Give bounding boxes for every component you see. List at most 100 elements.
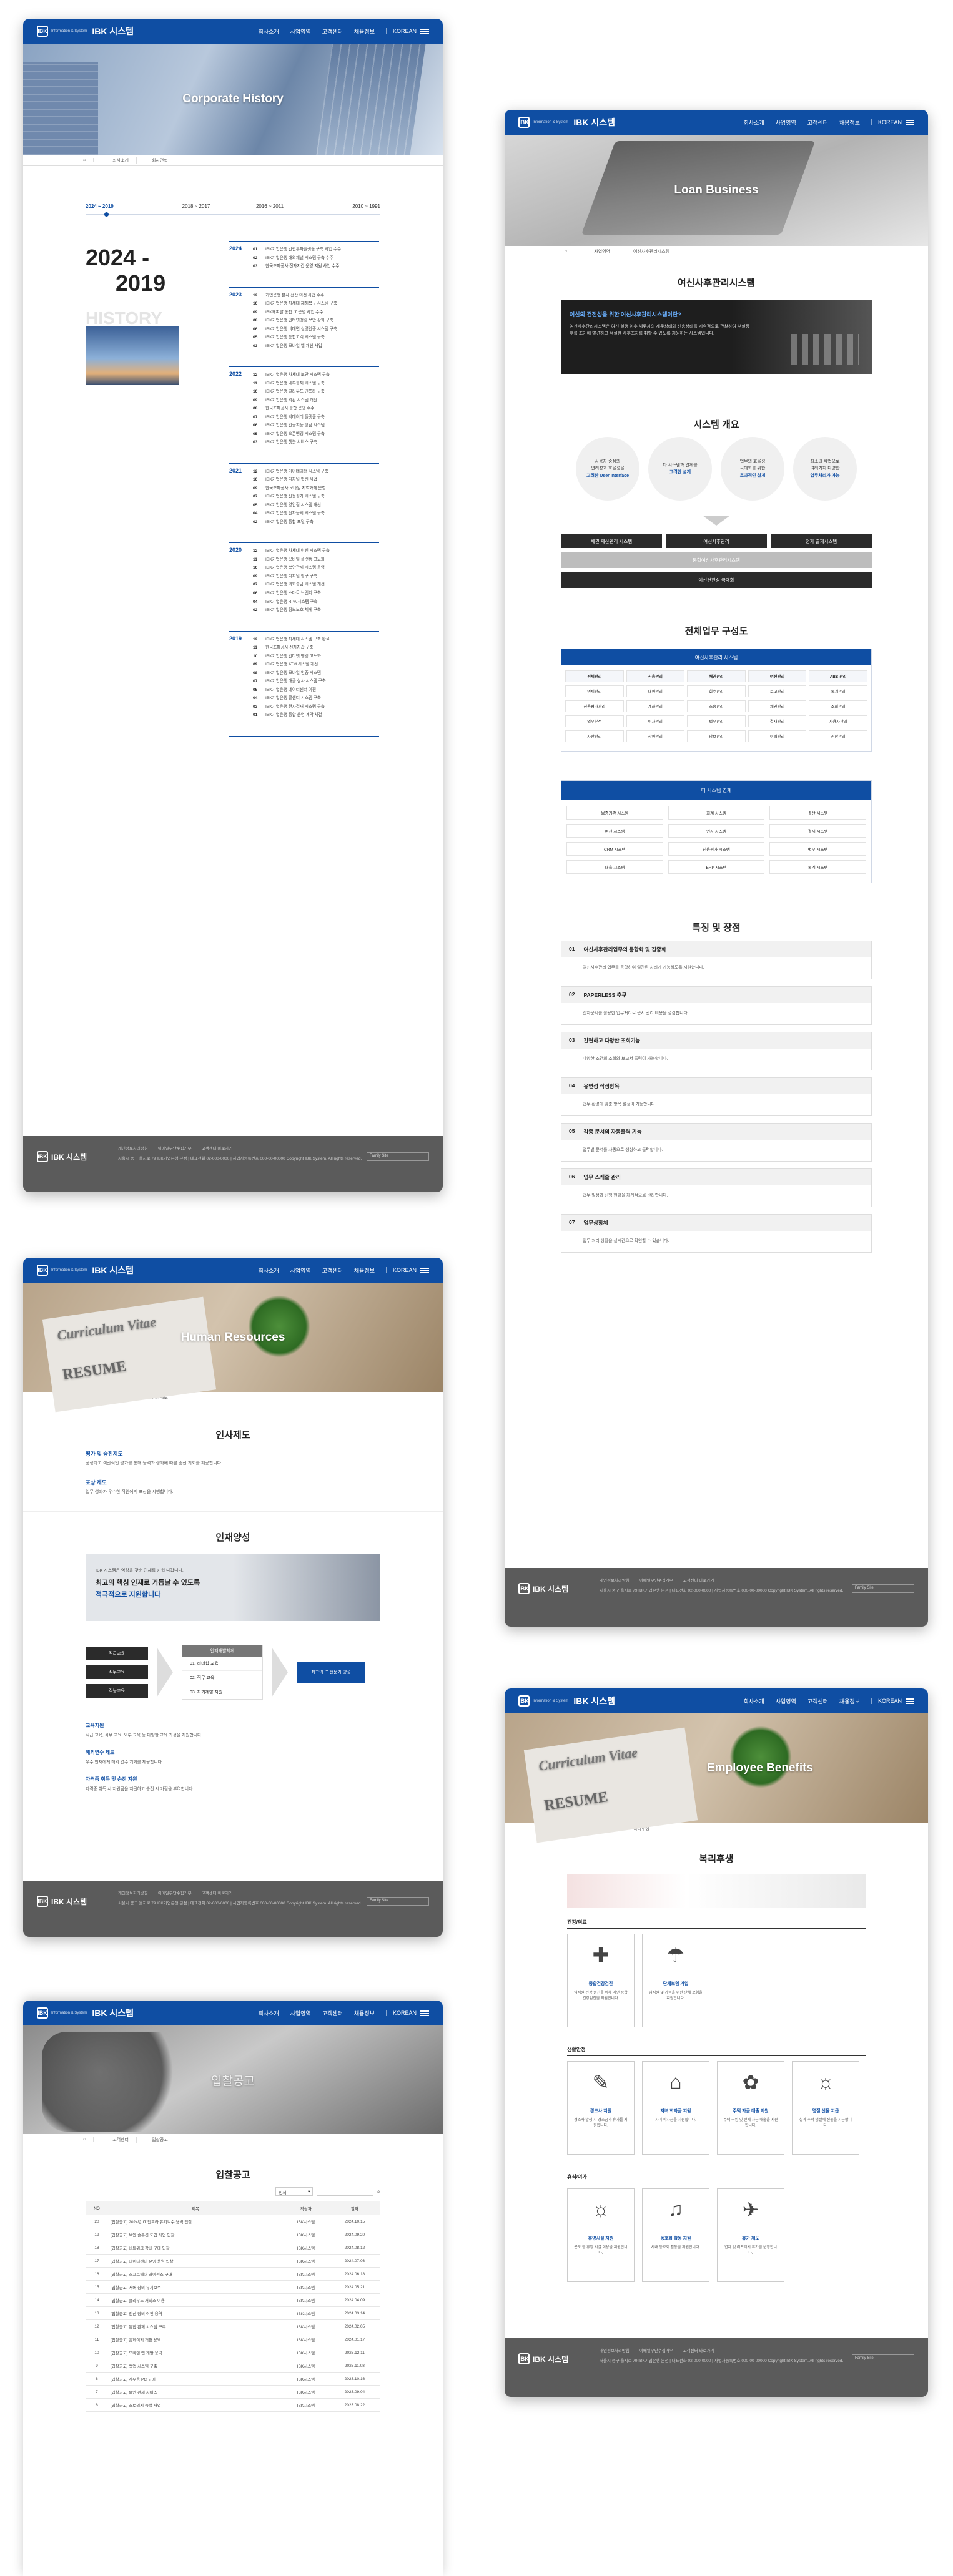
nav-item[interactable]: 사업영역 <box>776 1697 796 1705</box>
footer-link[interactable]: 개인정보처리방침 <box>118 1145 148 1151</box>
logo[interactable]: IBK Information & System IBK 시스템 <box>37 25 134 37</box>
footer-link[interactable]: 고객센터 바로가기 <box>202 1145 233 1151</box>
footer-link[interactable]: 개인정보처리방침 <box>600 2347 630 2353</box>
family-site-select[interactable]: Family Site <box>367 1897 429 1906</box>
nav-item[interactable]: 고객센터 <box>807 119 828 127</box>
entry-text: 한국조폐공사 통합 운영 수주 <box>265 406 315 411</box>
entry-month: 10 <box>253 566 258 571</box>
paragraph: 공정하고 객관적인 평가를 통해 능력과 성과에 따른 승진 기회를 제공합니다… <box>86 1461 223 1466</box>
footer-link[interactable]: 개인정보처리방침 <box>118 1889 148 1896</box>
table-row[interactable]: 18 [입찰공고] 네트워크 장비 구매 입찰 IBK시스템 2024.08.12 <box>86 2241 380 2255</box>
nav-item[interactable]: 고객센터 <box>807 1697 828 1705</box>
nav-item[interactable]: 회사소개 <box>258 1266 279 1275</box>
table-row[interactable]: 12 [입찰공고] 통합 관제 시스템 구축 IBK시스템 2024.02.05 <box>86 2320 380 2333</box>
breadcrumb-item[interactable]: 고객센터 <box>109 2136 137 2143</box>
footer-logo[interactable]: IBK IBK 시스템 <box>37 1896 87 1907</box>
language-select[interactable]: KOREAN <box>878 1698 902 1704</box>
breadcrumb-item[interactable]: 회사소개 <box>109 157 137 164</box>
nav-item[interactable]: 사업영역 <box>776 119 796 127</box>
entry-text: IBK기업은행 보안관제 시스템 운영 <box>265 566 325 571</box>
menu-icon[interactable] <box>420 28 429 34</box>
logo[interactable]: IBK Information & System IBK 시스템 <box>37 2007 134 2019</box>
table-row[interactable]: 11 [입찰공고] 홈페이지 개편 용역 IBK시스템 2024.01.17 <box>86 2333 380 2346</box>
table-row[interactable]: 10 [입찰공고] 모바일 앱 개발 용역 IBK시스템 2023.12.11 <box>86 2346 380 2359</box>
entry-month: 07 <box>253 679 258 684</box>
tab-2018-2017[interactable]: 2018 ~ 2017 <box>159 203 233 214</box>
search-filter-select[interactable]: 전체 ▾ <box>275 2187 314 2196</box>
table-row[interactable]: 14 [입찰공고] 클라우드 서비스 이용 IBK시스템 2024.04.09 <box>86 2294 380 2307</box>
nav-item[interactable]: 사업영역 <box>290 2009 311 2017</box>
footer-logo[interactable]: IBK IBK 시스템 <box>518 1583 568 1594</box>
dev-box: 직무교육 <box>86 1665 148 1679</box>
footer-link[interactable]: 이메일무단수집거부 <box>158 1145 192 1151</box>
search-input[interactable] <box>317 2187 373 2196</box>
nav-item[interactable]: 사업영역 <box>290 1266 311 1275</box>
nav-item[interactable]: 회사소개 <box>743 1697 764 1705</box>
tab-2010-1991[interactable]: 2010 ~ 1991 <box>307 203 380 214</box>
family-site-select[interactable]: Family Site <box>852 2354 914 2363</box>
breadcrumb-item[interactable]: 여신사후관리시스템 <box>633 248 669 255</box>
menu-icon[interactable] <box>420 1267 429 1273</box>
nav-item[interactable]: 채용정보 <box>354 2009 375 2017</box>
feature-title: 간편하고 다양한 조회기능 <box>583 1037 641 1044</box>
footer-address: 서울시 중구 을지로 79 IBK기업은행 본점 | 대표전화 02-000-0… <box>118 1157 362 1161</box>
table-row[interactable]: 17 [입찰공고] 데이터센터 운영 용역 입찰 IBK시스템 2024.07.03 <box>86 2255 380 2268</box>
nav-item[interactable]: 고객센터 <box>322 27 343 36</box>
entry-text: IBK기업은행 영업점 시스템 개선 <box>265 502 321 507</box>
logo[interactable]: IBK Information & System IBK 시스템 <box>518 116 615 129</box>
nav-item[interactable]: 채용정보 <box>839 119 860 127</box>
language-select[interactable]: KOREAN <box>878 119 902 125</box>
menu-icon[interactable] <box>420 2010 429 2016</box>
table-row[interactable]: 6 [입찰공고] 스토리지 증설 사업 IBK시스템 2023.08.22 <box>86 2399 380 2412</box>
nav-item[interactable]: 고객센터 <box>322 1266 343 1275</box>
home-icon[interactable]: ⌂ <box>79 158 94 162</box>
benefit-icon: ♫ <box>668 2198 683 2220</box>
table-row[interactable]: 19 [입찰공고] 보안 솔루션 도입 사업 입찰 IBK시스템 2024.09.20 <box>86 2228 380 2241</box>
home-icon[interactable]: ⌂ <box>79 2137 94 2142</box>
table-row[interactable]: 8 [입찰공고] 사무용 PC 구매 IBK시스템 2023.10.16 <box>86 2373 380 2386</box>
menu-icon[interactable] <box>906 119 914 125</box>
table-row[interactable]: 7 [입찰공고] 보안 관제 서비스 IBK시스템 2023.09.04 <box>86 2386 380 2399</box>
family-site-select[interactable]: Family Site <box>852 1584 914 1593</box>
footer-link[interactable]: 고객센터 바로가기 <box>683 2347 714 2353</box>
language-select[interactable]: KOREAN <box>393 1267 417 1273</box>
hero-title: 입찰공고 <box>211 2074 255 2088</box>
footer-link[interactable]: 이메일무단수집거부 <box>639 2347 673 2353</box>
table-row[interactable]: 20 [입찰공고] 2024년 IT 인프라 유지보수 용역 입찰 IBK시스템 20… <box>86 2215 380 2228</box>
nav-item[interactable]: 회사소개 <box>258 27 279 36</box>
footer-link[interactable]: 고객센터 바로가기 <box>683 1577 714 1583</box>
table-row[interactable]: 13 [입찰공고] 전산 장비 이전 용역 IBK시스템 2024.03.14 <box>86 2307 380 2320</box>
table-row[interactable]: 15 [입찰공고] 서버 장비 유지보수 IBK시스템 2024.05.21 <box>86 2281 380 2294</box>
language-select[interactable]: KOREAN <box>393 28 417 34</box>
history-entry: 03 한국조폐공사 전자지갑 운영 지원 사업 수주 <box>253 262 379 271</box>
tab-2016-2011[interactable]: 2016 ~ 2011 <box>233 203 307 214</box>
footer-logo[interactable]: IBK IBK 시스템 <box>37 1151 87 1162</box>
table-row[interactable]: 16 [입찰공고] 소프트웨어 라이선스 구매 IBK시스템 2024.06.18 <box>86 2268 380 2281</box>
home-icon[interactable]: ⌂ <box>561 249 576 253</box>
entry-text: IBK기업은행 신용평가 시스템 구축 <box>265 494 325 499</box>
footer-logo[interactable]: IBK IBK 시스템 <box>518 2353 568 2364</box>
breadcrumb-item[interactable]: 사업영역 <box>590 248 618 255</box>
menu-icon[interactable] <box>906 1698 914 1704</box>
footer-link[interactable]: 이메일무단수집거부 <box>158 1889 192 1896</box>
table-row[interactable]: 9 [입찰공고] 백업 시스템 구축 IBK시스템 2023.11.08 <box>86 2359 380 2373</box>
org-node: 연체관리 <box>565 685 624 697</box>
tab-2024-2019[interactable]: 2024 ~ 2019 <box>86 203 159 217</box>
nav-item[interactable]: 채용정보 <box>354 27 375 36</box>
family-site-select[interactable]: Family Site <box>367 1152 429 1161</box>
breadcrumb-item[interactable]: 입찰공고 <box>152 2137 168 2143</box>
nav-item[interactable]: 채용정보 <box>354 1266 375 1275</box>
footer-link[interactable]: 이메일무단수집거부 <box>639 1577 673 1583</box>
logo[interactable]: IBK Information & System IBK 시스템 <box>37 1264 134 1276</box>
nav-item[interactable]: 사업영역 <box>290 27 311 36</box>
nav-item[interactable]: 채용정보 <box>839 1697 860 1705</box>
nav-item[interactable]: 회사소개 <box>743 119 764 127</box>
breadcrumb-item[interactable]: 회사연혁 <box>152 157 168 164</box>
logo[interactable]: IBK Information & System IBK 시스템 <box>518 1695 615 1707</box>
language-select[interactable]: KOREAN <box>393 2010 417 2016</box>
footer-link[interactable]: 고객센터 바로가기 <box>202 1889 233 1896</box>
search-icon[interactable]: ⌕ <box>377 2188 380 2195</box>
nav-item[interactable]: 고객센터 <box>322 2009 343 2017</box>
nav-item[interactable]: 회사소개 <box>258 2009 279 2017</box>
footer-link[interactable]: 개인정보처리방침 <box>600 1577 630 1583</box>
